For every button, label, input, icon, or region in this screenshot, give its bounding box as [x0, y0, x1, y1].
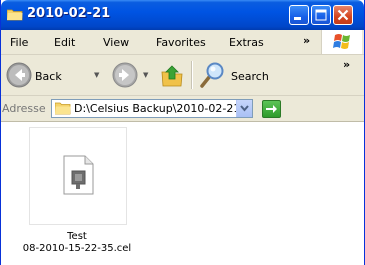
address-path[interactable]: D:\Celsius Backup\2010-02-21: [74, 102, 240, 115]
maximize-icon: [315, 9, 327, 21]
file-item-thumbnail[interactable]: [29, 127, 127, 225]
chevron-down-icon: [240, 105, 249, 112]
explorer-window: 2010-02-21 File Edit View Favorites Extr…: [0, 0, 365, 265]
toolbar-overflow-chevron[interactable]: »: [343, 58, 350, 71]
title-bar[interactable]: 2010-02-21: [1, 0, 364, 30]
close-button[interactable]: [333, 5, 353, 25]
address-dropdown-button[interactable]: [236, 100, 252, 117]
menu-overflow-chevron[interactable]: »: [303, 34, 310, 47]
maximize-button[interactable]: [311, 5, 331, 25]
folder-icon: [7, 9, 23, 21]
forward-arrow-icon[interactable]: [112, 62, 138, 88]
menu-bar: File Edit View Favorites Extras »: [1, 30, 364, 55]
address-field[interactable]: D:\Celsius Backup\2010-02-21: [51, 99, 253, 118]
menu-edit[interactable]: Edit: [54, 36, 75, 49]
file-list: Test 08-2010-15-22-35.cel: [1, 122, 364, 265]
file-item-name[interactable]: Test 08-2010-15-22-35.cel: [7, 231, 147, 255]
windows-flag-icon: [333, 34, 350, 49]
address-bar: Adresse D:\Celsius Backup\2010-02-21: [1, 96, 364, 122]
minimize-button[interactable]: [289, 5, 309, 25]
toolbar: Back ▼ ▼ Search »: [1, 55, 364, 96]
folder-up-icon[interactable]: [159, 63, 185, 89]
window-title: 2010-02-21: [27, 6, 111, 21]
toolbar-separator: [191, 61, 193, 89]
forward-dropdown-arrow[interactable]: ▼: [143, 71, 148, 79]
back-dropdown-arrow[interactable]: ▼: [94, 71, 99, 79]
search-button-label[interactable]: Search: [231, 70, 269, 83]
address-label: Adresse: [2, 102, 46, 115]
generic-file-icon: [63, 155, 94, 195]
folder-icon: [55, 102, 71, 115]
menu-file[interactable]: File: [10, 36, 28, 49]
go-button[interactable]: [262, 100, 281, 118]
file-name-line2: 08-2010-15-22-35.cel: [22, 243, 132, 254]
menu-view[interactable]: View: [103, 36, 129, 49]
go-arrow-icon: [266, 105, 277, 113]
search-icon[interactable]: [199, 61, 227, 89]
back-arrow-icon[interactable]: [6, 62, 32, 88]
menu-favorites[interactable]: Favorites: [156, 36, 206, 49]
file-name-line1: Test: [67, 231, 87, 242]
close-icon: [337, 9, 349, 21]
minimize-icon: [294, 17, 301, 20]
menu-extras[interactable]: Extras: [229, 36, 264, 49]
windows-logo: [321, 30, 362, 54]
back-button-label[interactable]: Back: [35, 70, 62, 83]
